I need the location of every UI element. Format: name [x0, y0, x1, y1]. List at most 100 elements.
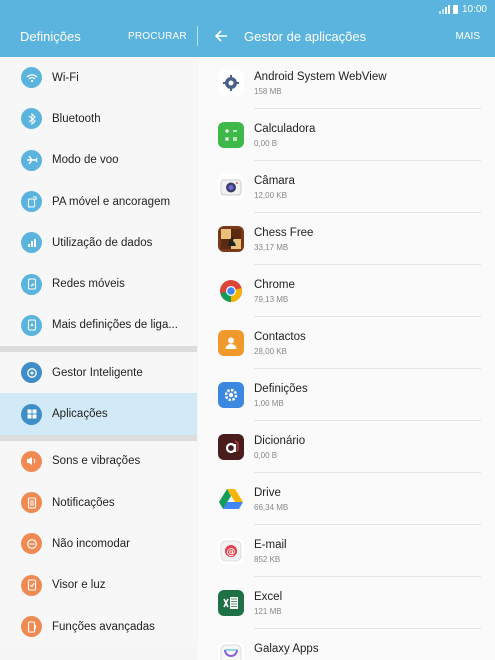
mobile-networks-icon: [21, 273, 42, 295]
sidebar-item-label: Notificações: [52, 496, 115, 509]
status-time: 10:00: [461, 3, 487, 15]
sidebar-item[interactable]: PA móvel e ancoragem: [0, 181, 197, 222]
sidebar-item-label: Wi-Fi: [52, 71, 79, 84]
app-name: Dicionário: [254, 435, 306, 447]
app-size: 0,00 B: [254, 451, 278, 460]
app-size: 1,00 MB: [254, 399, 284, 408]
app-name: Câmara: [254, 175, 295, 187]
app-name: Galaxy Apps: [254, 643, 319, 655]
sidebar-item-label: Visor e luz: [52, 579, 106, 592]
sidebar-item[interactable]: Não incomodar: [0, 523, 197, 564]
sidebar-item-label: Redes móveis: [52, 278, 125, 291]
sidebar-item-label: Não incomodar: [52, 537, 130, 550]
sidebar-item-label: Modo de voo: [52, 154, 119, 167]
sidebar-item[interactable]: Redes móveis: [0, 263, 197, 304]
chrome-icon: [218, 278, 244, 304]
app-size: 0,00 B: [254, 139, 278, 148]
sidebar-item-label: Bluetooth: [52, 112, 101, 125]
back-arrow-icon[interactable]: [214, 28, 228, 44]
chess-icon: [218, 226, 244, 252]
wifi-icon: [21, 67, 42, 89]
app-name: E-mail: [254, 539, 287, 551]
calculator-icon: [218, 122, 244, 148]
app-header: 10:00 Definições PROCURAR Gestor de apli…: [0, 0, 495, 57]
search-button[interactable]: PROCURAR: [128, 31, 187, 42]
contacts-icon: [218, 330, 244, 356]
settings-icon: [218, 382, 244, 408]
app-name: Android System WebView: [254, 71, 387, 83]
app-list-item[interactable]: Câmara 12,00 KB: [198, 161, 495, 213]
app-name: Chess Free: [254, 227, 314, 239]
sidebar-item[interactable]: Notificações: [0, 482, 197, 523]
sidebar-item[interactable]: Mais definições de liga...: [0, 305, 197, 346]
app-name: Chrome: [254, 279, 295, 291]
status-bar: 10:00: [438, 2, 487, 16]
sidebar-item[interactable]: Gestor Inteligente: [0, 352, 197, 393]
more-connections-icon: [21, 314, 42, 336]
svg-text:@: @: [227, 548, 236, 558]
data-usage-icon: [21, 232, 42, 254]
sound-display-group: Sons e vibrações Notificações Não incomoda…: [0, 440, 197, 648]
dictionary-icon: [218, 434, 244, 460]
galaxy-apps-icon: [218, 642, 244, 660]
sidebar-item[interactable]: Modo de voo: [0, 140, 197, 181]
apps-icon: [21, 403, 42, 425]
app-size: 158 MB: [254, 87, 282, 96]
app-list-item[interactable]: Contactos 28,00 KB: [198, 317, 495, 369]
sidebar-item[interactable]: Sons e vibrações: [0, 441, 197, 482]
sidebar-item-label: Aplicações: [52, 408, 108, 421]
page-title: Gestor de aplicações: [244, 29, 367, 44]
airplane-icon: [21, 149, 42, 171]
app-list-item[interactable]: Chrome 79,13 MB: [198, 265, 495, 317]
app-size: 12,00 KB: [254, 191, 287, 200]
sidebar-item-label: Gestor Inteligente: [52, 366, 143, 379]
connections-group: Wi-Fi Bluetooth Modo de voo PA móvel e anco…: [0, 57, 197, 347]
app-name: Excel: [254, 591, 283, 603]
drive-icon: [218, 486, 244, 512]
bluetooth-icon: [21, 108, 42, 130]
app-list-item[interactable]: Android System WebView 158 MB: [198, 57, 495, 109]
app-size: 121 MB: [254, 607, 282, 616]
sidebar-item[interactable]: Bluetooth: [0, 98, 197, 139]
app-list-item[interactable]: Excel 121 MB: [198, 577, 495, 629]
settings-title: Definições: [20, 29, 81, 44]
notifications-icon: [21, 492, 42, 514]
excel-icon: [218, 590, 244, 616]
camera-icon: [218, 174, 244, 200]
sound-icon: [21, 450, 42, 472]
sidebar-item-label: Sons e vibrações: [52, 455, 141, 468]
header-divider: [197, 26, 198, 46]
advanced-features-icon: [21, 616, 42, 637]
display-icon: [21, 574, 42, 596]
battery-icon: [452, 4, 458, 14]
app-size: 33,17 MB: [254, 243, 289, 252]
app-size: 28,00 KB: [254, 347, 287, 356]
sidebar-item[interactable]: Wi-Fi: [0, 57, 197, 98]
app-name: Contactos: [254, 331, 306, 343]
app-list-item[interactable]: Definições 1,00 MB: [198, 369, 495, 421]
device-group: Gestor Inteligente Aplicações: [0, 352, 197, 435]
app-list: Android System WebView 158 MB Calculadora 0…: [198, 57, 495, 660]
app-size: 79,13 MB: [254, 295, 289, 304]
app-list-item[interactable]: Dicionário 0,00 B: [198, 421, 495, 473]
app-size: 66,34 MB: [254, 503, 289, 512]
webview-icon: [218, 70, 244, 96]
sidebar-item-label: PA móvel e ancoragem: [52, 195, 171, 208]
app-list-item[interactable]: Galaxy Apps: [198, 629, 495, 660]
app-size: 852 KB: [254, 555, 281, 564]
settings-sidebar: Wi-Fi Bluetooth Modo de voo PA móvel e anco…: [0, 57, 197, 660]
app-list-item[interactable]: Chess Free 33,17 MB: [198, 213, 495, 265]
app-list-item[interactable]: @ E-mail 852 KB: [198, 525, 495, 577]
sidebar-item-label: Mais definições de liga...: [52, 319, 178, 332]
more-button[interactable]: MAIS: [456, 31, 480, 42]
sidebar-item[interactable]: Visor e luz: [0, 565, 197, 606]
app-name: Drive: [254, 487, 281, 499]
smart-manager-icon: [21, 362, 42, 384]
sidebar-item[interactable]: Utilização de dados: [0, 222, 197, 263]
app-list-item[interactable]: Drive 66,34 MB: [198, 473, 495, 525]
sidebar-item[interactable]: Funções avançadas: [0, 606, 197, 647]
do-not-disturb-icon: [21, 533, 42, 555]
app-name: Calculadora: [254, 123, 316, 135]
app-list-item[interactable]: Calculadora 0,00 B: [198, 109, 495, 161]
sidebar-item[interactable]: Aplicações: [0, 393, 197, 435]
